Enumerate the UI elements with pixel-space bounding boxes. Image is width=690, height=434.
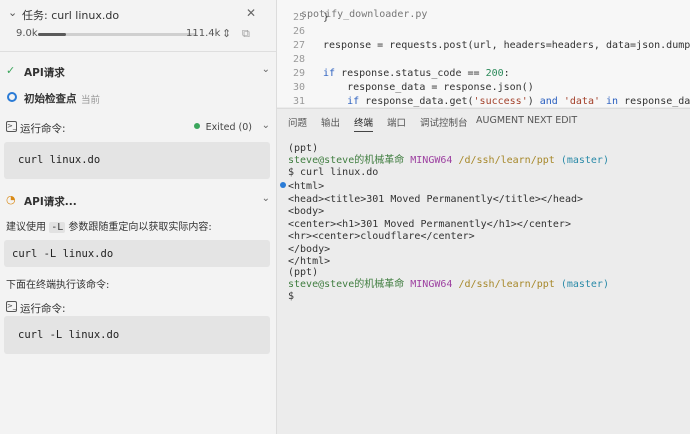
line-number: 29 <box>292 68 305 79</box>
prompt-user: steve@steve的机械革命 <box>288 279 405 290</box>
panel-tabbar: 问题 输出 终端 端口 调试控制台 AUGMENT NEXT EDIT <box>277 108 690 132</box>
prompt-path: /d/ssh/learn/ppt <box>458 155 555 166</box>
prompt-branch: (master) <box>560 279 609 290</box>
code-line: 26 <box>277 25 690 39</box>
command-text-2: curl -L linux.do <box>18 329 120 341</box>
line-number: 31 <box>292 96 305 107</box>
execute-text: 下面在终端执行该命令: <box>6 280 110 291</box>
command-marker-icon <box>280 182 286 188</box>
terminal-output-line: <html> <box>288 181 325 192</box>
checkpoint-label: 初始检查点 <box>24 93 77 105</box>
checkpoint-row[interactable]: 初始检查点 当前 <box>6 90 206 106</box>
line-number: 26 <box>292 26 305 37</box>
task-header[interactable]: ⌄ 任务: curl linux.do ✕ <box>8 6 270 22</box>
prompt-shell: MINGW64 <box>410 279 453 290</box>
terminal-icon: >_ <box>6 121 17 132</box>
command-text: curl linux.do <box>18 154 101 166</box>
prompt-user: steve@steve的机械革命 <box>288 155 405 166</box>
terminal-prompt-line-2: steve@steve的机械革命 MINGW64 /d/ssh/learn/pp… <box>288 279 609 291</box>
terminal-output-line: <center><h1>301 Moved Permanently</h1></… <box>288 218 571 230</box>
terminal-prompt-line: steve@steve的机械革命 MINGW64 /d/ssh/learn/pp… <box>288 155 609 167</box>
panel-tab[interactable]: 调试控制台 <box>420 115 468 129</box>
code-line: 27 response = requests.post(url, headers=… <box>277 39 690 53</box>
checkpoint-current: 当前 <box>81 95 101 106</box>
code-line: 25} <box>277 11 690 25</box>
tokens-total: 111.4k <box>186 28 221 39</box>
terminal-cursor-prompt: $ <box>288 291 295 302</box>
status-dot-icon <box>193 123 200 129</box>
line-code: if response.status_code == 200: <box>323 68 510 79</box>
task-title: 任务: curl linux.do <box>22 9 120 22</box>
line-number: 25 <box>292 12 305 23</box>
terminal-icon: >_ <box>6 301 17 312</box>
prompt-shell: MINGW64 <box>410 155 453 166</box>
line-number: 27 <box>292 40 305 51</box>
code-line: 30 response_data = response.json() <box>277 81 690 95</box>
panel-tab[interactable]: 输出 <box>321 115 340 129</box>
loading-spinner-icon: ◔ <box>6 193 16 206</box>
command-code-block-2[interactable]: curl -L linux.do <box>4 316 270 354</box>
run-command-header-2[interactable]: >_ 运行命令: <box>6 300 270 316</box>
copy-icon[interactable]: ⧉ <box>242 27 250 41</box>
panel-tab[interactable]: 问题 <box>288 115 307 129</box>
line-number: 30 <box>292 82 305 93</box>
run-command-header[interactable]: >_ 运行命令: Exited (0) ⌄ <box>6 120 270 136</box>
command-status-text: Exited (0) <box>205 122 252 133</box>
chat-panel: ⌄ 任务: curl linux.do ✕ 9.0k 111.4k ⇕ ⧉ ✓ … <box>0 0 277 434</box>
context-progress-bar <box>38 33 196 36</box>
terminal-env: (ppt) <box>288 143 319 154</box>
divider <box>0 51 276 52</box>
terminal-output-line: <body> <box>288 206 325 217</box>
checkpoint-icon <box>7 92 17 102</box>
context-progress-fill <box>38 33 67 36</box>
terminal[interactable]: (ppt) steve@steve的机械革命 MINGW64 /d/ssh/le… <box>277 133 690 434</box>
run-command-label: 运行命令: <box>20 123 66 135</box>
code-line: 29 if response.status_code == 200: <box>277 67 690 81</box>
prompt-path: /d/ssh/learn/ppt <box>458 279 555 290</box>
suggested-command-block[interactable]: curl -L linux.do <box>4 240 270 267</box>
suggestion-text: 建议使用 -L 参数跟随重定向以获取实际内容: <box>6 218 272 233</box>
suggestion-pre: 建议使用 <box>6 222 46 233</box>
panel-tab[interactable]: 端口 <box>387 115 406 129</box>
command-status: Exited (0) <box>193 122 252 133</box>
code-line: 28 <box>277 53 690 67</box>
suggestion-post: 参数跟随重定向以获取实际内容: <box>68 222 212 233</box>
code-line: 31 if response_data.get('success') and '… <box>277 95 690 107</box>
terminal-output-line: </body> <box>288 243 331 255</box>
line-code: response = requests.post(url, headers=he… <box>323 40 690 51</box>
ide-panel: spotify_downloader.py 25} 26 27 response = … <box>277 0 690 434</box>
chevron-down-icon[interactable]: ⌄ <box>8 6 17 19</box>
terminal-env-2: (ppt) <box>288 267 319 278</box>
close-icon[interactable]: ✕ <box>246 6 256 20</box>
terminal-output-line: <hr><center>cloudflare</center> <box>288 231 475 242</box>
line-number: 28 <box>292 54 305 65</box>
run-command-label-2: 运行命令: <box>20 303 66 315</box>
prompt-branch: (master) <box>560 155 609 166</box>
editor-tab-line: spotify_downloader.py <box>277 0 690 20</box>
chevron-down-icon[interactable]: ⌄ <box>262 64 270 75</box>
api-request-pending-label: API请求... <box>24 196 77 208</box>
api-request-section[interactable]: ✓ API请求 ⌄ <box>6 64 270 80</box>
terminal-command: $ curl linux.do <box>288 167 379 178</box>
command-code-block[interactable]: curl linux.do <box>4 142 270 179</box>
tokens-used: 9.0k <box>16 28 38 39</box>
line-code: } <box>323 12 330 23</box>
api-request-label: API请求 <box>24 67 65 79</box>
code-editor[interactable]: spotify_downloader.py 25} 26 27 response = … <box>277 0 690 107</box>
checkmark-icon: ✓ <box>6 64 16 77</box>
panel-tab[interactable]: 终端 <box>354 115 374 132</box>
panel-tab[interactable]: AUGMENT NEXT EDIT <box>476 115 577 126</box>
token-usage: 9.0k 111.4k ⇕ ⧉ <box>16 27 270 42</box>
chevron-down-icon[interactable]: ⌄ <box>262 120 270 131</box>
line-code: if response_data.get('success') and 'dat… <box>347 96 690 107</box>
suggested-command-text: curl -L linux.do <box>12 248 114 260</box>
suggestion-flag: -L <box>49 222 66 233</box>
line-code: response_data = response.json() <box>323 82 534 93</box>
compress-icon[interactable]: ⇕ <box>222 27 231 40</box>
api-request-pending-section[interactable]: ◔ API请求... ⌄ <box>6 193 270 209</box>
terminal-output-line: <head><title>301 Moved Permanently</titl… <box>288 193 584 205</box>
chevron-down-icon[interactable]: ⌄ <box>262 193 270 204</box>
